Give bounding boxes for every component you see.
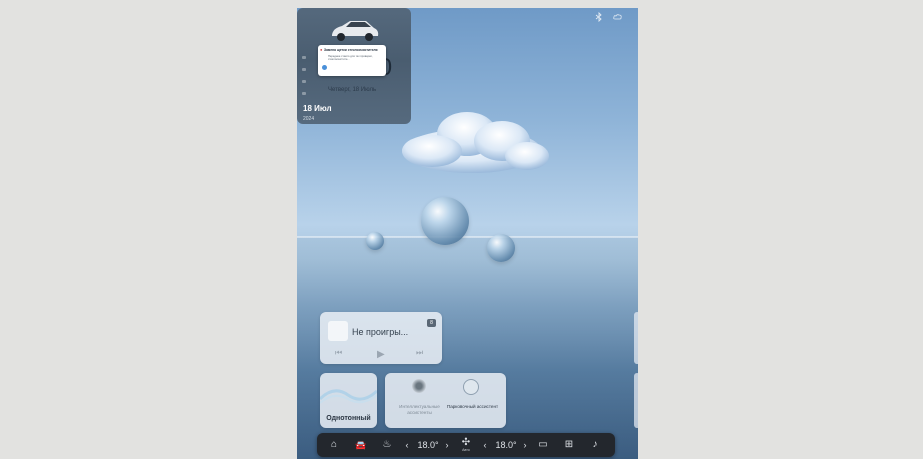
front-defrost-icon[interactable]: ♨: [379, 433, 395, 457]
bottom-dock: ⌂ 🚘 ♨ ‹ 18.0° › ✣ Авто ‹ 18.0° › ▭ ⊞ ♪: [317, 433, 615, 457]
home-icon[interactable]: ⌂: [326, 433, 342, 457]
clock-date: Четверг, 18 Июль: [328, 87, 377, 93]
temp-left-value[interactable]: 18.0°: [413, 433, 443, 457]
tablet-screen: 03:00 Четверг, 18 Июль Не проигры... 8 ⏮…: [297, 8, 638, 459]
car-image: [332, 21, 379, 41]
assistants-widget[interactable]: Интеллектуальные ассистенты Парковочный …: [385, 373, 506, 428]
status-item-icon: [302, 80, 306, 83]
theme-widget[interactable]: Однотонный: [320, 373, 377, 428]
source-badge: 8: [427, 319, 436, 327]
popup-toggle[interactable]: [322, 65, 327, 70]
temp-right-increase[interactable]: ›: [521, 433, 529, 457]
cloud-illustration: [402, 112, 549, 173]
intelligent-assistant-icon[interactable]: [412, 379, 426, 393]
fan-glyph: ✣: [461, 437, 471, 448]
previous-track-icon[interactable]: ⏮: [335, 348, 342, 358]
vehicle-year: 2024: [303, 116, 315, 122]
wave-illustration: [320, 389, 377, 404]
temp-left-increase[interactable]: ›: [443, 433, 451, 457]
fan-icon[interactable]: ✣ Авто: [459, 433, 473, 457]
theme-label: Однотонный: [326, 415, 371, 422]
parking-assistant-label: Парковочный ассистент: [446, 404, 499, 409]
glass-sphere-medium: [487, 234, 515, 262]
maintenance-popup[interactable]: ● Замена щетки стеклоочистителя Переднее…: [318, 45, 386, 76]
warning-icon: ●: [320, 47, 323, 52]
glass-sphere-large: [421, 197, 469, 245]
rear-defrost-icon[interactable]: ▭: [535, 433, 551, 457]
track-title: Не проигры...: [352, 327, 409, 337]
car-icon[interactable]: 🚘: [353, 433, 369, 457]
vehicle-date: 18 Июл: [303, 104, 332, 113]
status-item-icon: [302, 92, 306, 95]
glass-sphere-small: [366, 232, 384, 250]
popup-title: Замена щетки стеклоочистителя: [324, 48, 378, 52]
bluetooth-icon: [594, 11, 604, 23]
music-note-icon[interactable]: ♪: [587, 433, 603, 457]
next-widget-peek[interactable]: [634, 373, 638, 428]
fan-mode-label: Авто: [462, 448, 470, 452]
album-art: [328, 321, 348, 341]
music-widget[interactable]: Не проигры... 8 ⏮ ▶ ⏭: [320, 312, 442, 364]
horizon-line: [297, 236, 638, 238]
cloud-sync-icon: [613, 12, 623, 22]
next-widget-peek[interactable]: [634, 312, 638, 364]
next-track-icon[interactable]: ⏭: [416, 348, 423, 358]
apps-grid-icon[interactable]: ⊞: [561, 433, 577, 457]
status-item-icon: [302, 56, 306, 59]
status-item-icon: [302, 68, 306, 71]
popup-message: Переднее стекло для тех проверки, стекло…: [328, 55, 373, 62]
temp-right-value[interactable]: 18.0°: [491, 433, 521, 457]
parking-assistant-icon[interactable]: [463, 379, 479, 395]
temp-left-decrease[interactable]: ‹: [403, 433, 411, 457]
temp-right-decrease[interactable]: ‹: [481, 433, 489, 457]
intelligent-assistant-label: Интеллектуальные ассистенты: [399, 404, 440, 415]
play-icon[interactable]: ▶: [377, 349, 385, 360]
